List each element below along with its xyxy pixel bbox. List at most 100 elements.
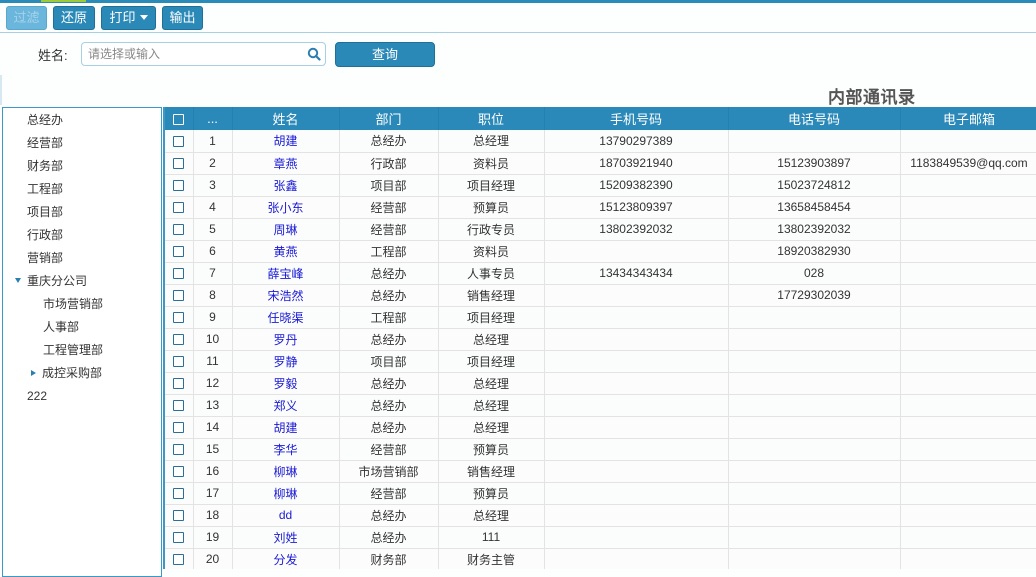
name-cell[interactable]: dd: [232, 504, 340, 527]
table-row[interactable]: 11 罗静 项目部 项目经理: [165, 350, 1036, 373]
name-cell[interactable]: 李华: [232, 438, 340, 461]
row-select-cell[interactable]: [165, 262, 194, 285]
table-row[interactable]: 6 黄燕 工程部 资料员 18920382930: [165, 240, 1036, 263]
table-row[interactable]: 5 周琳 经营部 行政专员 13802392032 13802392032: [165, 218, 1036, 241]
row-checkbox[interactable]: [173, 268, 185, 280]
row-select-cell[interactable]: [165, 526, 194, 549]
name-cell[interactable]: 张鑫: [232, 174, 340, 197]
table-row[interactable]: 7 薛宝峰 总经办 人事专员 13434343434 028: [165, 262, 1036, 285]
column-header-mobile[interactable]: 手机号码: [544, 107, 729, 130]
reset-button[interactable]: 还原: [53, 6, 95, 30]
search-icon[interactable]: [307, 47, 321, 61]
table-row[interactable]: 9 任晓渠 工程部 项目经理: [165, 306, 1036, 329]
row-select-cell[interactable]: [165, 240, 194, 263]
row-checkbox[interactable]: [173, 246, 185, 258]
row-select-cell[interactable]: [165, 350, 194, 373]
name-cell[interactable]: 胡建: [232, 130, 340, 153]
row-checkbox[interactable]: [173, 356, 185, 368]
name-combobox[interactable]: [81, 42, 326, 66]
name-cell[interactable]: 郑义: [232, 394, 340, 417]
name-cell[interactable]: 周琳: [232, 218, 340, 241]
row-checkbox[interactable]: [173, 510, 185, 522]
row-select-cell[interactable]: [165, 416, 194, 439]
table-row[interactable]: 10 罗丹 总经办 总经理: [165, 328, 1036, 351]
tree-item[interactable]: 人事部: [43, 317, 79, 337]
column-header-department[interactable]: 部门: [339, 107, 439, 130]
column-header-name[interactable]: 姓名: [232, 107, 340, 130]
name-cell[interactable]: 柳琳: [232, 482, 340, 505]
name-cell[interactable]: 宋浩然: [232, 284, 340, 307]
tree-item[interactable]: 项目部: [27, 202, 63, 222]
row-select-cell[interactable]: [165, 460, 194, 483]
select-all-header[interactable]: [165, 107, 194, 130]
row-checkbox[interactable]: [173, 224, 185, 236]
select-all-checkbox[interactable]: [173, 114, 185, 126]
table-row[interactable]: 15 李华 经营部 预算员: [165, 438, 1036, 461]
row-checkbox[interactable]: [173, 334, 185, 346]
name-cell[interactable]: 罗静: [232, 350, 340, 373]
tree-item[interactable]: 财务部: [27, 156, 63, 176]
row-checkbox[interactable]: [173, 400, 185, 412]
row-select-cell[interactable]: [165, 328, 194, 351]
row-checkbox[interactable]: [173, 466, 185, 478]
row-checkbox[interactable]: [173, 488, 185, 500]
name-cell[interactable]: 张小东: [232, 196, 340, 219]
table-row[interactable]: 20 分发 财务部 财务主管: [165, 548, 1036, 569]
row-checkbox[interactable]: [173, 202, 185, 214]
row-checkbox[interactable]: [173, 532, 185, 544]
tree-item[interactable]: 总经办: [27, 110, 63, 130]
row-checkbox[interactable]: [173, 158, 185, 170]
table-row[interactable]: 14 胡建 总经办 总经理: [165, 416, 1036, 439]
row-select-cell[interactable]: [165, 482, 194, 505]
name-cell[interactable]: 章燕: [232, 152, 340, 175]
tree-item[interactable]: 222: [27, 386, 47, 406]
table-row[interactable]: 18 dd 总经办 总经理: [165, 504, 1036, 527]
table-row[interactable]: 3 张鑫 项目部 项目经理 15209382390 15023724812: [165, 174, 1036, 197]
query-button[interactable]: 查询: [335, 42, 435, 67]
table-row[interactable]: 8 宋浩然 总经办 销售经理 17729302039: [165, 284, 1036, 307]
name-search-input[interactable]: [82, 43, 302, 65]
row-checkbox[interactable]: [173, 444, 185, 456]
name-cell[interactable]: 黄燕: [232, 240, 340, 263]
name-cell[interactable]: 刘姓: [232, 526, 340, 549]
table-row[interactable]: 4 张小东 经营部 预算员 15123809397 13658458454: [165, 196, 1036, 219]
row-checkbox[interactable]: [173, 378, 185, 390]
row-checkbox[interactable]: [173, 136, 185, 148]
row-checkbox[interactable]: [173, 312, 185, 324]
row-select-cell[interactable]: [165, 152, 194, 175]
name-cell[interactable]: 薛宝峰: [232, 262, 340, 285]
row-select-cell[interactable]: [165, 504, 194, 527]
table-row[interactable]: 1 胡建 总经办 总经理 13790297389: [165, 130, 1036, 153]
name-cell[interactable]: 柳琳: [232, 460, 340, 483]
row-select-cell[interactable]: [165, 372, 194, 395]
row-select-cell[interactable]: [165, 284, 194, 307]
tree-item[interactable]: 营销部: [27, 248, 63, 268]
table-row[interactable]: 12 罗毅 总经办 总经理: [165, 372, 1036, 395]
tree-item[interactable]: 重庆分公司: [15, 271, 87, 291]
table-row[interactable]: 17 柳琳 经营部 预算员: [165, 482, 1036, 505]
row-select-cell[interactable]: [165, 548, 194, 569]
column-header-email[interactable]: 电子邮箱: [900, 107, 1036, 130]
export-button[interactable]: 输出: [162, 6, 203, 30]
caret-down-icon[interactable]: [15, 278, 21, 284]
column-header-phone[interactable]: 电话号码: [728, 107, 901, 130]
row-select-cell[interactable]: [165, 130, 194, 153]
name-cell[interactable]: 分发: [232, 548, 340, 569]
tree-item[interactable]: 经营部: [27, 133, 63, 153]
row-checkbox[interactable]: [173, 290, 185, 302]
row-select-cell[interactable]: [165, 394, 194, 417]
table-row[interactable]: 19 刘姓 总经办 111: [165, 526, 1036, 549]
row-select-cell[interactable]: [165, 218, 194, 241]
tree-item[interactable]: 行政部: [27, 225, 63, 245]
row-select-cell[interactable]: [165, 174, 194, 197]
tree-item[interactable]: 市场营销部: [43, 294, 103, 314]
name-cell[interactable]: 胡建: [232, 416, 340, 439]
name-cell[interactable]: 罗丹: [232, 328, 340, 351]
tree-item[interactable]: 工程部: [27, 179, 63, 199]
row-checkbox[interactable]: [173, 554, 185, 566]
row-checkbox[interactable]: [173, 180, 185, 192]
tree-item[interactable]: 工程管理部: [43, 340, 103, 360]
caret-right-icon[interactable]: [31, 369, 36, 376]
filter-button[interactable]: 过滤: [6, 6, 47, 30]
print-button[interactable]: 打印: [101, 6, 156, 30]
